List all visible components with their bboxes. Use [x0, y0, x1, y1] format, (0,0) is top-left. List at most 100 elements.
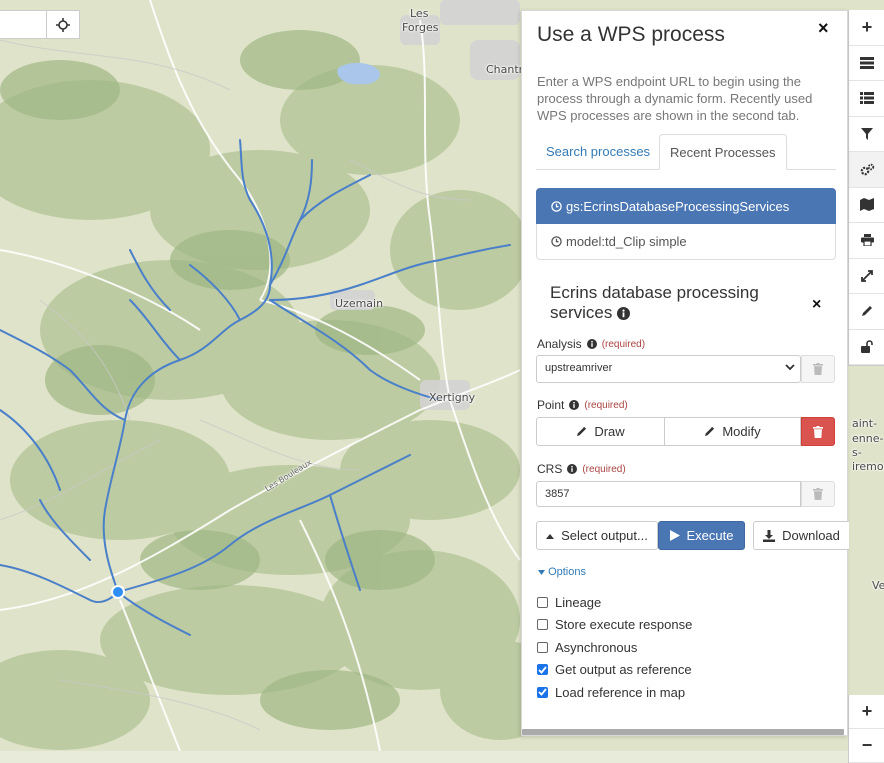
panel-title: Use a WPS process	[537, 23, 725, 46]
required-badge: (required)	[584, 399, 628, 411]
caret-up-icon	[546, 533, 555, 539]
checkbox[interactable]	[537, 686, 548, 698]
option-label: Asynchronous	[555, 639, 638, 655]
trash-icon	[813, 363, 823, 375]
info-icon[interactable]	[569, 400, 580, 410]
fullscreen-button[interactable]	[849, 258, 884, 294]
draw-label: Draw	[594, 424, 625, 439]
download-button[interactable]: Download	[753, 521, 849, 550]
trash-icon	[813, 425, 823, 438]
crs-input[interactable]: 3857	[536, 481, 801, 507]
modify-label: Modify	[722, 424, 761, 439]
close-panel-button[interactable]: ×	[818, 18, 829, 39]
option-get-output-as-reference[interactable]: Get output as reference	[537, 659, 692, 682]
map-label-etienne: enne-	[852, 432, 884, 445]
close-process-button[interactable]: ×	[812, 296, 821, 314]
check-icon	[538, 666, 547, 674]
crs-label: CRS	[537, 462, 563, 476]
option-asynchronous[interactable]: Asynchronous	[537, 636, 692, 659]
plus-icon: +	[861, 16, 873, 37]
clear-crs-button[interactable]	[801, 481, 835, 507]
print-icon	[860, 234, 874, 247]
chevron-down-icon	[785, 364, 795, 371]
panel-horizontal-scrollbar[interactable]	[522, 729, 844, 735]
login-button[interactable]	[849, 329, 884, 365]
point-button-group: Draw Modify	[536, 417, 835, 446]
zoom-in-top-button[interactable]: +	[849, 10, 884, 46]
locate-button[interactable]	[46, 10, 80, 39]
draw-point-button[interactable]: Draw	[536, 417, 665, 446]
download-label: Download	[782, 528, 840, 543]
crosshair-icon	[56, 17, 70, 32]
layers-icon	[860, 56, 874, 69]
options-toggle[interactable]: Options	[538, 566, 586, 578]
play-icon	[669, 530, 680, 541]
tab-recent-processes[interactable]: Recent Processes	[659, 134, 787, 170]
execute-button[interactable]: Execute	[658, 521, 745, 550]
point-label: Point	[537, 398, 565, 412]
map-label-les: Les	[410, 7, 429, 20]
map-label-saint: aint-	[852, 417, 878, 430]
select-output-button[interactable]: Select output...	[536, 521, 658, 550]
select-output-label: Select output...	[561, 528, 648, 543]
plus-icon: +	[861, 701, 873, 721]
options-label: Options	[548, 566, 586, 578]
option-lineage[interactable]: Lineage	[537, 591, 692, 614]
filter-button[interactable]	[849, 116, 884, 152]
option-store-execute-response[interactable]: Store execute response	[537, 614, 692, 637]
map-label-forges: Forges	[402, 21, 439, 34]
checkbox[interactable]	[537, 596, 548, 608]
analysis-label: Analysis	[537, 337, 582, 351]
recent-process-item[interactable]: model:td_Clip simple	[536, 224, 836, 260]
analysis-field-label: Analysis (required)	[537, 337, 645, 351]
process-title: Ecrins database processing services	[550, 283, 820, 323]
recent-process-label: gs:EcrinsDatabaseProcessingServices	[566, 198, 790, 214]
required-badge: (required)	[601, 338, 646, 350]
analysis-select[interactable]: upstreamriver	[536, 355, 801, 383]
print-button[interactable]	[849, 223, 884, 259]
caret-down-icon	[538, 570, 545, 575]
pencil-icon	[705, 426, 715, 437]
clock-icon	[551, 200, 562, 212]
crs-field-label: CRS (required)	[537, 462, 626, 476]
gears-icon	[860, 163, 874, 176]
background-layers-button[interactable]	[849, 45, 884, 81]
minus-icon: −	[861, 735, 873, 755]
checkbox[interactable]	[537, 619, 548, 631]
recent-process-item[interactable]: gs:EcrinsDatabaseProcessingServices	[536, 188, 836, 224]
option-label: Load reference in map	[555, 684, 686, 700]
zoom-out-button[interactable]: −	[849, 729, 884, 763]
pencil-icon	[577, 426, 587, 437]
info-icon[interactable]	[567, 464, 578, 474]
map-catalog-button[interactable]	[849, 187, 884, 223]
required-badge: (required)	[582, 463, 626, 475]
delete-point-button[interactable]	[801, 417, 835, 446]
option-label: Store execute response	[555, 617, 693, 633]
options-list: Lineage Store execute response Asynchron…	[537, 591, 692, 704]
checkbox[interactable]	[537, 641, 548, 653]
clear-analysis-button[interactable]	[801, 355, 835, 383]
right-toolbar: +	[848, 10, 884, 366]
modify-point-button[interactable]: Modify	[665, 417, 801, 446]
point-field-label: Point (required)	[537, 398, 628, 412]
check-icon	[538, 688, 547, 697]
map-label-ve: Ve	[872, 579, 884, 592]
info-icon[interactable]	[586, 339, 597, 349]
unlock-icon	[861, 340, 873, 354]
expand-icon	[861, 269, 873, 282]
map-label-uzemain: Uzemain	[335, 297, 384, 310]
clock-icon	[551, 236, 562, 247]
measure-button[interactable]	[849, 294, 884, 330]
tab-search-processes[interactable]: Search processes	[536, 134, 660, 170]
option-load-reference-in-map[interactable]: Load reference in map	[537, 681, 692, 704]
zoom-in-button[interactable]: +	[849, 695, 884, 729]
info-icon[interactable]	[617, 307, 631, 320]
process-title-text: Ecrins database processing services	[550, 283, 759, 322]
execute-label: Execute	[686, 528, 734, 543]
wps-process-button[interactable]	[849, 152, 884, 188]
recent-process-label: model:td_Clip simple	[566, 234, 687, 249]
option-label: Get output as reference	[555, 662, 692, 678]
checkbox[interactable]	[537, 664, 548, 676]
layer-list-button[interactable]	[849, 81, 884, 117]
map-search-input[interactable]	[0, 10, 47, 39]
